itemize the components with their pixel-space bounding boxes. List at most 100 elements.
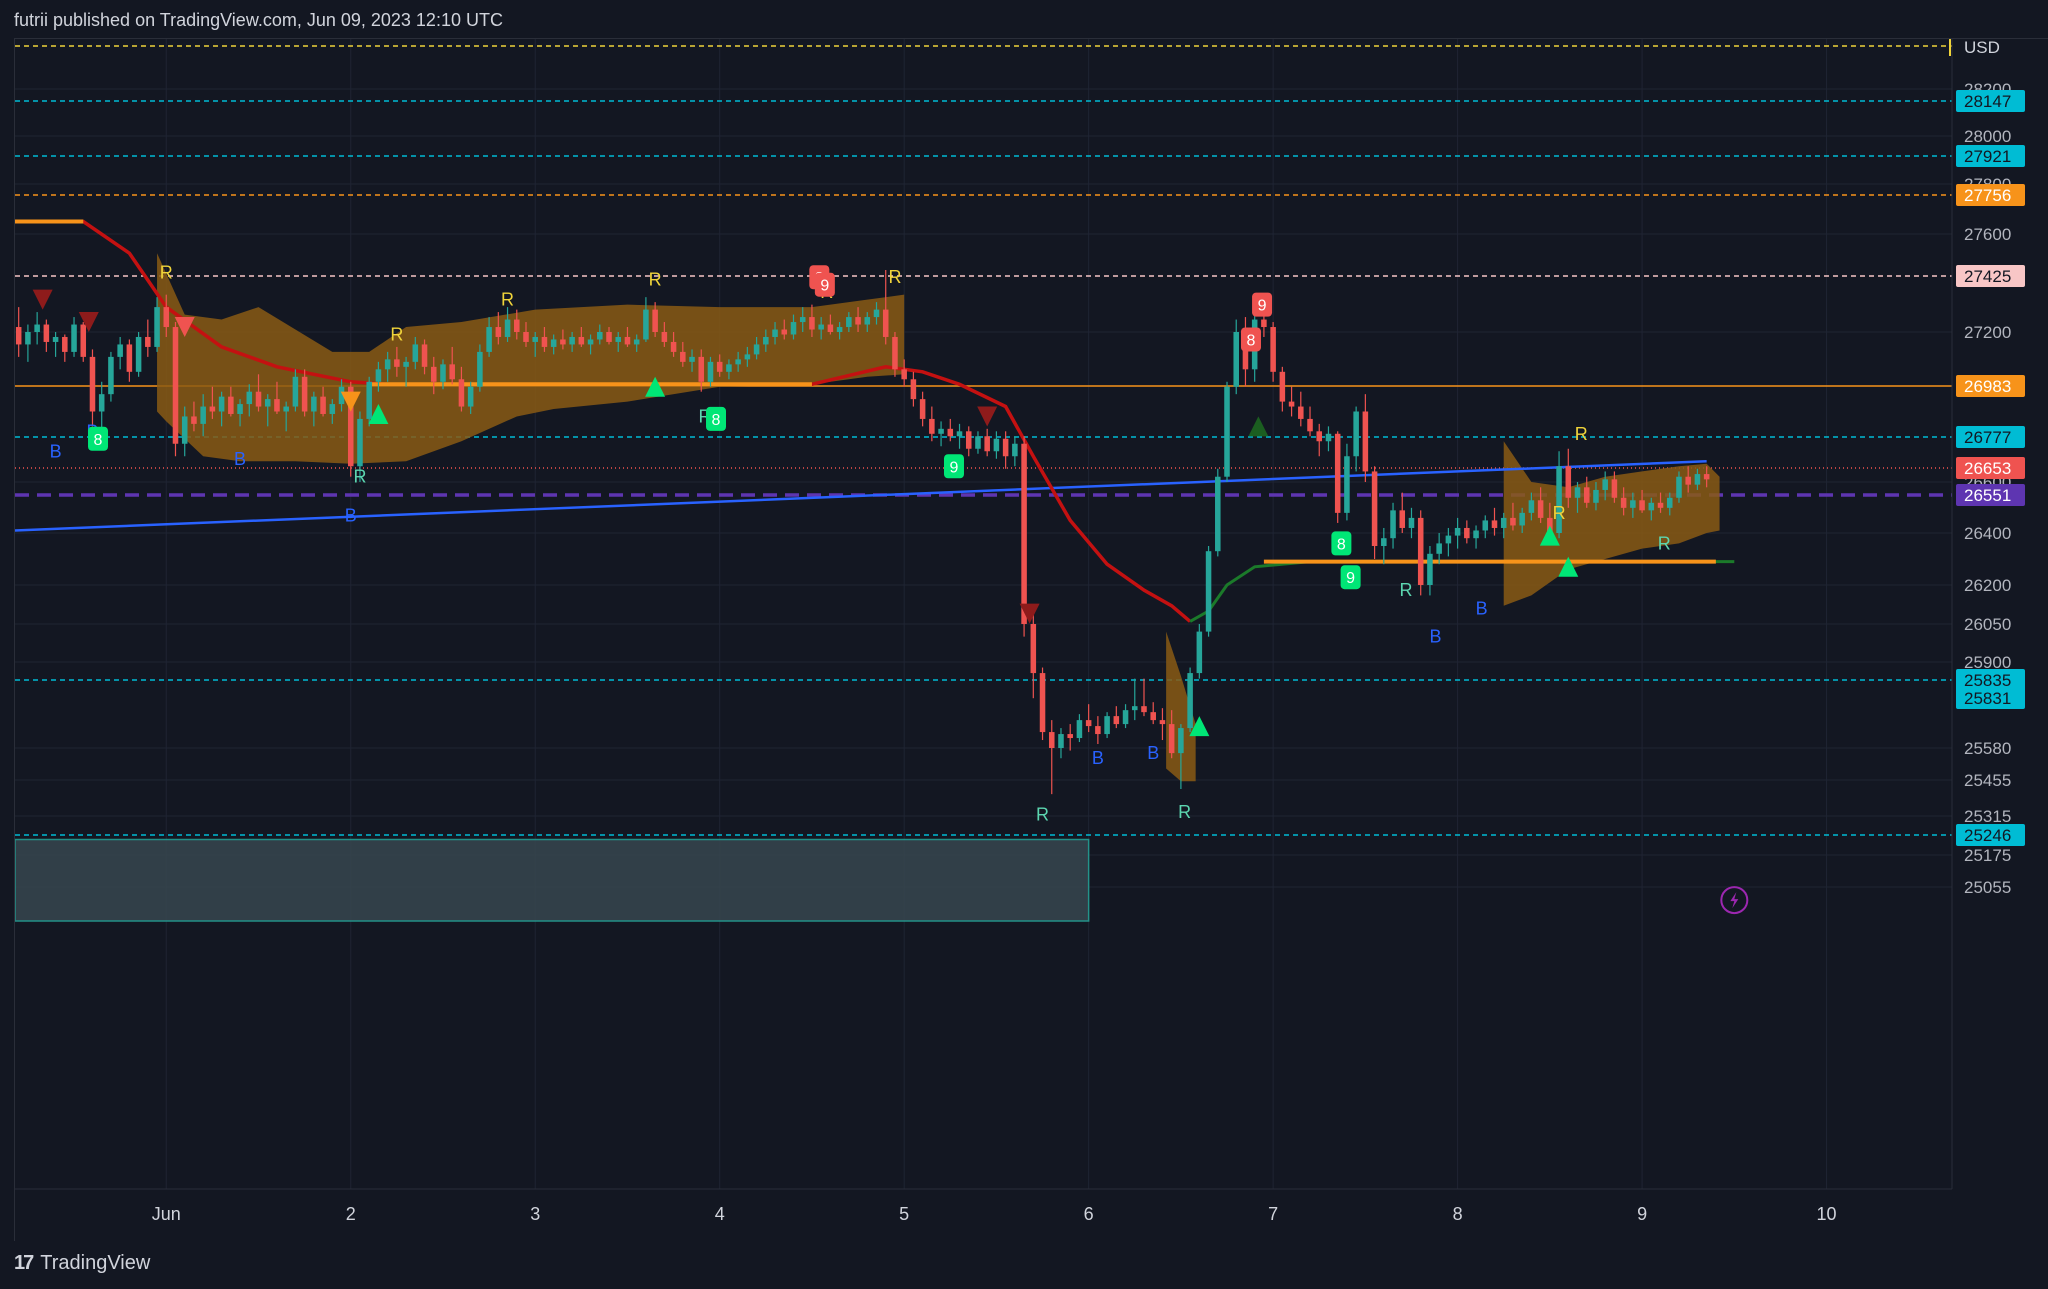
- candle-body: [1030, 624, 1037, 674]
- candle-body: [320, 396, 326, 414]
- candle-body: [1399, 510, 1406, 528]
- candle-body: [1205, 551, 1212, 632]
- lightning-glyph: [1730, 892, 1739, 909]
- candle-body: [661, 332, 668, 342]
- price-tick-label: 27200: [1964, 323, 2011, 342]
- candle-body: [1556, 466, 1562, 533]
- candle-body: [1602, 479, 1608, 490]
- signal-letter: B: [234, 449, 246, 469]
- candle-body: [670, 341, 677, 352]
- price-axis[interactable]: USD2820028000278002760027200266002640026…: [1949, 39, 2025, 1189]
- price-chart[interactable]: BBBRBRRRRRRRRBBRRBBRRR889898989 USD28200…: [15, 39, 2048, 1241]
- candle-body: [1196, 631, 1203, 674]
- signal-letter: B: [1476, 598, 1488, 618]
- tradingview-logo-icon: 17: [14, 1252, 34, 1274]
- time-axis[interactable]: Jun 2 3 4 5 6 7 8 9 10: [15, 1188, 1952, 1224]
- candle-body: [938, 428, 944, 434]
- signal-letter: R: [1658, 533, 1671, 553]
- price-tick-label: 25580: [1964, 739, 2011, 758]
- chart-grid: [15, 39, 1952, 1189]
- candle-body: [569, 336, 575, 345]
- count-badge-text: 8: [1247, 332, 1256, 349]
- candle-body: [1473, 530, 1479, 539]
- price-level-tag-text: 25246: [1964, 826, 2011, 845]
- count-badge-text: 9: [950, 459, 959, 476]
- candle-body: [919, 399, 926, 419]
- candle-body: [1325, 433, 1332, 442]
- candle-body: [1298, 406, 1304, 419]
- candle-body: [1215, 476, 1221, 552]
- candle-body: [827, 324, 834, 332]
- candle-body: [1113, 716, 1120, 725]
- footer: 17 TradingView: [14, 1252, 150, 1275]
- candle-body: [1187, 673, 1193, 729]
- candle-body: [873, 309, 880, 318]
- candle-body: [1574, 487, 1581, 498]
- candle-body: [467, 386, 474, 407]
- signal-letter: R: [649, 270, 662, 290]
- candle-body: [910, 379, 917, 400]
- chart-panel[interactable]: BBBRBRRRRRRRRBBRRBBRRR889898989 USD28200…: [14, 38, 2048, 1241]
- price-level-tag-text: 27425: [1964, 267, 2011, 286]
- candle-body: [965, 431, 972, 449]
- price-level-tag-text: 28147: [1964, 92, 2011, 111]
- candle-body: [25, 332, 31, 345]
- count-badge-text: 8: [94, 432, 103, 449]
- candle-body: [1353, 411, 1359, 457]
- candle-body: [1565, 466, 1572, 498]
- candle-body: [864, 317, 871, 325]
- price-level-tag-text: 27921: [1964, 147, 2011, 166]
- candle-body: [1150, 712, 1156, 721]
- candle-body: [1039, 673, 1046, 733]
- candle-body: [901, 369, 907, 380]
- candle-body: [1685, 476, 1691, 485]
- candle-body: [1058, 734, 1064, 748]
- candle-body: [1390, 510, 1396, 539]
- time-tick-label: 4: [715, 1204, 725, 1224]
- candle-body: [1583, 487, 1590, 503]
- count-badge-text: 9: [820, 278, 829, 295]
- candle-body: [163, 307, 170, 328]
- candle-body: [716, 361, 723, 372]
- candle-body: [1639, 500, 1645, 511]
- candle-body: [34, 324, 40, 332]
- candle-body: [809, 317, 815, 330]
- price-tick-label: 26200: [1964, 576, 2011, 595]
- signal-letter: R: [1178, 802, 1191, 822]
- candle-body: [209, 406, 216, 412]
- count-badge-text: 9: [1346, 570, 1355, 587]
- candle-body: [311, 396, 317, 412]
- candle-body: [532, 336, 538, 342]
- signal-letter: R: [1399, 580, 1412, 600]
- price-tick-label: 25055: [1964, 878, 2011, 897]
- time-tick-label: Jun: [152, 1204, 181, 1224]
- time-tick-label: 5: [899, 1204, 909, 1224]
- candle-body: [1307, 418, 1313, 432]
- price-tick-label: 26050: [1964, 615, 2011, 634]
- candle-body: [781, 329, 788, 335]
- candle-body: [1620, 497, 1627, 508]
- candle-body: [394, 359, 400, 367]
- signal-letter: R: [160, 262, 173, 282]
- candle-body: [1491, 520, 1498, 528]
- candle-body: [486, 327, 492, 352]
- candle-body: [1408, 517, 1415, 528]
- candle-body: [643, 309, 649, 340]
- signal-letter: R: [353, 467, 366, 487]
- candle-body: [1288, 401, 1295, 407]
- candle-body: [514, 319, 520, 332]
- candle-body: [246, 391, 253, 405]
- candle-body: [228, 396, 234, 414]
- candle-body: [421, 344, 428, 367]
- candle-body: [283, 406, 289, 412]
- signal-letter: B: [1092, 748, 1104, 768]
- candle-body: [108, 356, 114, 395]
- candle-body: [560, 339, 566, 345]
- candle-body: [836, 327, 843, 332]
- candle-body: [707, 361, 714, 382]
- candle-body: [1224, 386, 1230, 477]
- candle-body: [846, 317, 852, 328]
- cloud-band: [157, 253, 905, 464]
- candle-body: [1657, 502, 1664, 508]
- candle-body: [1500, 517, 1507, 528]
